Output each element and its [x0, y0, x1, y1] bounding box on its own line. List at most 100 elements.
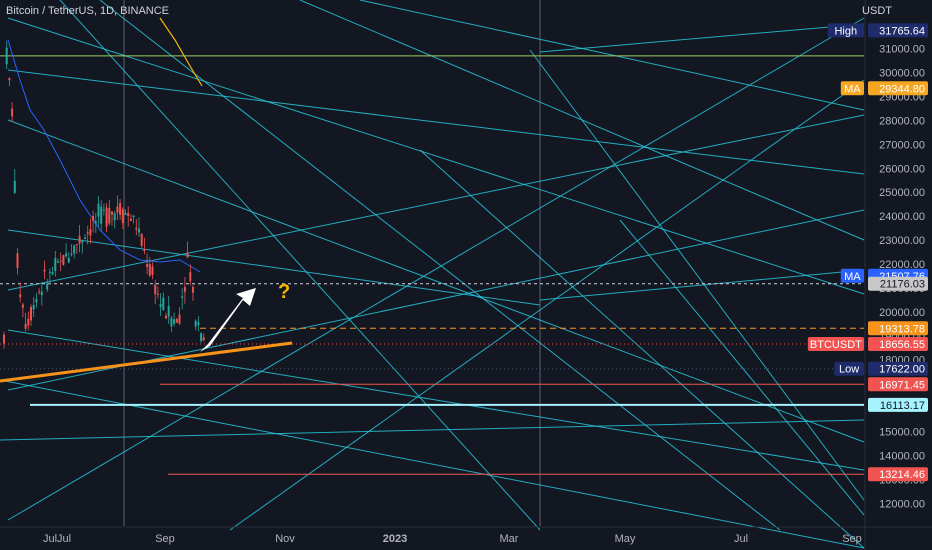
candle-body	[54, 258, 57, 271]
candle-body	[111, 211, 113, 215]
candle-body	[194, 320, 197, 327]
candle-body	[46, 283, 49, 290]
x-tick-label: Mar	[500, 533, 519, 545]
candle-body	[121, 209, 124, 224]
y-tick-label: 25000.00	[879, 187, 925, 199]
x-tick-label: May	[615, 533, 636, 545]
candle-body	[116, 206, 119, 213]
candle-body	[159, 304, 162, 307]
y-tick-label: 26000.00	[879, 163, 925, 175]
y-tick-label: 31000.00	[879, 44, 925, 56]
price-label-tag: BTCUSDT	[810, 339, 862, 351]
candle-body	[100, 206, 103, 224]
y-tick-label: 30000.00	[879, 68, 925, 80]
x-tick-label: Jul	[43, 533, 57, 545]
candle-body	[162, 297, 165, 310]
candle-body	[67, 257, 70, 263]
candle-body	[84, 237, 86, 239]
x-tick-label: Sep	[155, 533, 175, 545]
candle-body	[3, 334, 5, 344]
candle-body	[35, 299, 38, 303]
candle-body	[38, 291, 41, 293]
candle-body	[75, 244, 78, 246]
candle-body	[192, 287, 194, 293]
candle-body	[11, 108, 14, 117]
candle-body	[167, 305, 170, 317]
candle-body	[94, 221, 97, 224]
candle-body	[200, 333, 203, 342]
candle-body	[113, 213, 116, 221]
price-label-value: 18656.55	[879, 339, 925, 351]
candle-body	[51, 272, 54, 275]
candle-body	[197, 322, 200, 326]
candle-body	[154, 284, 157, 295]
candle-body	[62, 255, 65, 265]
chart-canvas[interactable]: ?12000.0013000.0014000.0015000.0016000.0…	[0, 0, 932, 550]
candle-body	[30, 307, 32, 321]
candle-body	[16, 253, 19, 268]
y-tick-label: 23000.00	[879, 235, 925, 247]
candle-body	[108, 207, 111, 224]
candle-body	[129, 218, 132, 221]
currency-label: USDT	[862, 5, 892, 17]
price-label-value: 16971.45	[879, 379, 925, 391]
candle-body	[13, 180, 16, 193]
candle-body	[89, 229, 92, 236]
candle-body	[70, 253, 73, 255]
candle-body	[48, 271, 51, 273]
candle-body	[81, 240, 84, 243]
candle-body	[146, 264, 149, 267]
candle-body	[173, 319, 176, 324]
candle-body	[119, 203, 122, 215]
y-tick-label: 14000.00	[879, 450, 925, 462]
x-tick-label: Jul	[57, 533, 71, 545]
candle-body	[156, 293, 159, 295]
price-label-tag: Low	[839, 364, 859, 376]
y-tick-label: 24000.00	[879, 211, 925, 223]
price-label-tag: MA	[844, 83, 861, 95]
candle-body	[57, 261, 59, 263]
candle-body	[102, 209, 105, 211]
candle-body	[59, 260, 62, 262]
price-label-tag: MA	[844, 271, 861, 283]
candle-body	[5, 47, 8, 65]
price-label-value: 31765.64	[879, 25, 925, 37]
candle-body	[170, 317, 173, 327]
price-label-value: 19313.78	[879, 323, 925, 335]
x-tick-label: Nov	[275, 533, 295, 545]
candle-body	[132, 215, 135, 218]
candle-body	[143, 249, 146, 251]
candle-body	[73, 245, 76, 254]
candle-body	[21, 304, 24, 308]
candle-body	[86, 232, 89, 234]
candle-body	[186, 252, 189, 258]
candle-body	[135, 227, 138, 230]
candle-body	[181, 296, 184, 298]
price-label-value: 29344.80	[879, 83, 925, 95]
chart-background	[0, 0, 932, 550]
price-label-value: 17622.00	[879, 364, 925, 376]
y-tick-label: 28000.00	[879, 115, 925, 127]
candle-body	[127, 212, 130, 216]
x-tick-label: Jul	[734, 533, 748, 545]
y-tick-label: 12000.00	[879, 498, 925, 510]
candle-body	[43, 269, 46, 272]
candle-body	[178, 314, 181, 324]
candle-body	[105, 207, 108, 227]
candle-body	[27, 318, 30, 326]
y-tick-label: 20000.00	[879, 307, 925, 319]
candle-body	[151, 266, 154, 276]
candle-body	[148, 264, 151, 276]
price-label-value: 16113.17	[880, 400, 925, 412]
candle-body	[40, 291, 43, 296]
x-tick-label: 2023	[383, 533, 407, 545]
price-label-tag: High	[834, 25, 857, 37]
candle-body	[189, 272, 192, 282]
candle-body	[165, 315, 167, 319]
price-label-value: 13214.46	[879, 469, 925, 481]
question-mark-annotation: ?	[278, 281, 290, 303]
candle-body	[8, 78, 11, 81]
candle-body	[32, 305, 35, 310]
chart-title: Bitcoin / TetherUS, 1D, BINANCE	[6, 5, 170, 17]
x-tick-label: Sep	[842, 533, 862, 545]
